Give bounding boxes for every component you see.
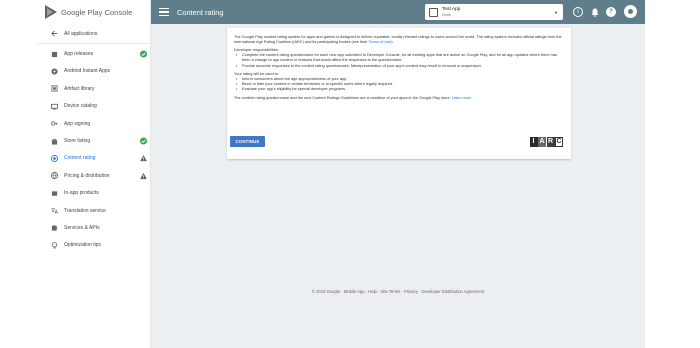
sidebar-nav: All applications App releases Android In… bbox=[37, 25, 150, 254]
sidebar-item-label: Artifact library bbox=[64, 85, 95, 92]
iarc-letter: R bbox=[546, 137, 555, 147]
device-icon bbox=[50, 102, 58, 110]
sidebar-item-label: Optimization tips bbox=[64, 242, 101, 249]
sidebar-item-pricing-distribution[interactable]: Pricing & distribution bbox=[37, 167, 150, 184]
bell-icon[interactable] bbox=[590, 7, 600, 17]
conditions-paragraph: The content rating questionnaire and the… bbox=[234, 95, 472, 100]
arrow-left-icon bbox=[50, 30, 58, 38]
sidebar-item-label: In-app products bbox=[64, 190, 99, 197]
sidebar-item-services-apis[interactable]: Services & APIs bbox=[37, 219, 150, 236]
responsibilities-list: Complete the content rating questionnair… bbox=[234, 53, 563, 69]
page-title: Content rating bbox=[177, 7, 224, 17]
check-circle-icon bbox=[140, 137, 147, 145]
info-icon[interactable]: i bbox=[573, 7, 583, 17]
sidebar-item-artifact-library[interactable]: Artifact library bbox=[37, 80, 150, 97]
cart-icon bbox=[50, 189, 58, 197]
sidebar-item-content-rating[interactable]: Content rating bbox=[37, 150, 150, 167]
translate-icon bbox=[50, 207, 58, 215]
iarc-letter: A bbox=[538, 137, 546, 147]
app-icon bbox=[429, 7, 438, 17]
continue-button[interactable]: CONTINUE bbox=[230, 136, 265, 147]
sidebar-item-label: Device catalog bbox=[64, 103, 97, 110]
sidebar-item-label: Translation service bbox=[64, 207, 106, 214]
iarc-letter: I bbox=[529, 137, 538, 147]
sidebar-item-app-releases[interactable]: App releases bbox=[37, 45, 150, 62]
sidebar-item-all-applications[interactable]: All applications bbox=[37, 25, 150, 42]
sidebar-item-store-listing[interactable]: Store listing bbox=[37, 132, 150, 149]
sidebar-item-label: Services & APIs bbox=[64, 224, 100, 231]
sidebar-item-android-instant-apps[interactable]: Android Instant Apps bbox=[37, 63, 150, 80]
logo-text: Google Play Console bbox=[61, 7, 133, 17]
content-rating-card: The Google Play content rating system fo… bbox=[227, 28, 571, 159]
list-item: Evaluate your app's eligibility for spec… bbox=[234, 87, 563, 92]
sidebar-divider bbox=[37, 43, 150, 45]
sidebar-item-label: Store listing bbox=[64, 138, 91, 145]
usage-list: Inform consumers about the age appropria… bbox=[234, 77, 563, 93]
sidebar-item-label: App signing bbox=[64, 120, 91, 127]
sidebar-item-label: All applications bbox=[64, 30, 98, 37]
warning-icon bbox=[140, 155, 147, 162]
sidebar-item-optimization-tips[interactable]: Optimization tips bbox=[37, 237, 150, 254]
footer-link-mobile-app[interactable]: Mobile App bbox=[344, 289, 365, 294]
hamburger-menu-icon[interactable] bbox=[159, 8, 169, 16]
footer-link-site-terms[interactable]: Site Terms bbox=[381, 289, 401, 294]
google-play-console-logo[interactable]: Google Play Console bbox=[37, 0, 150, 24]
intro-paragraph: The Google Play content rating system fo… bbox=[234, 35, 562, 45]
bolt-icon bbox=[50, 67, 58, 75]
learn-more-link[interactable]: Learn more bbox=[452, 96, 472, 100]
list-item: Provide accurate responses to the conten… bbox=[234, 64, 563, 69]
sidebar-item-label: App releases bbox=[64, 51, 94, 58]
footer-link-privacy[interactable]: Privacy bbox=[404, 289, 418, 294]
iarc-letter: C bbox=[555, 137, 563, 147]
rocket-icon bbox=[50, 50, 58, 58]
key-icon bbox=[50, 120, 58, 128]
lightbulb-icon bbox=[50, 241, 58, 249]
iarc-logo: I A R C bbox=[529, 137, 563, 147]
top-app-bar: Content rating Test App Draft ▼ i ? bbox=[151, 0, 645, 24]
help-icon[interactable]: ? bbox=[606, 7, 616, 17]
library-icon bbox=[50, 85, 58, 93]
sidebar-item-app-signing[interactable]: App signing bbox=[37, 115, 150, 132]
main-content: The Google Play content rating system fo… bbox=[151, 24, 645, 348]
app-status: Draft bbox=[442, 12, 451, 17]
shopping-bag-icon bbox=[50, 137, 58, 145]
account-avatar[interactable] bbox=[624, 5, 637, 18]
sidebar-item-label: Content rating bbox=[64, 155, 96, 162]
footer-link-help[interactable]: Help bbox=[368, 289, 377, 294]
sidebar-item-label: Pricing & distribution bbox=[64, 172, 110, 179]
warning-icon bbox=[140, 172, 147, 179]
play-console-logo-icon bbox=[45, 5, 57, 19]
list-item: Complete the content rating questionnair… bbox=[234, 53, 563, 63]
sidebar-item-translation-service[interactable]: Translation service bbox=[37, 202, 150, 219]
sidebar-item-in-app-products[interactable]: In-app products bbox=[37, 185, 150, 202]
footer-copyright: © 2018 Google bbox=[311, 289, 341, 294]
sidebar-item-label: Android Instant Apps bbox=[64, 68, 111, 75]
page-footer: © 2018 Google · Mobile App · Help · Site… bbox=[311, 289, 485, 294]
content-rating-icon bbox=[50, 154, 58, 162]
footer-link-distribution-agreement[interactable]: Developer Distribution Agreement bbox=[422, 289, 485, 294]
terms-of-use-link[interactable]: Terms of Use bbox=[369, 40, 392, 44]
check-circle-icon bbox=[140, 50, 147, 58]
chevron-down-icon: ▼ bbox=[554, 10, 558, 15]
app-selector-dropdown[interactable]: Test App Draft ▼ bbox=[425, 4, 563, 20]
sidebar-item-device-catalog[interactable]: Device catalog bbox=[37, 98, 150, 115]
puzzle-icon bbox=[50, 224, 58, 232]
globe-icon bbox=[50, 172, 58, 180]
sidebar: Google Play Console All applications App… bbox=[37, 0, 151, 348]
